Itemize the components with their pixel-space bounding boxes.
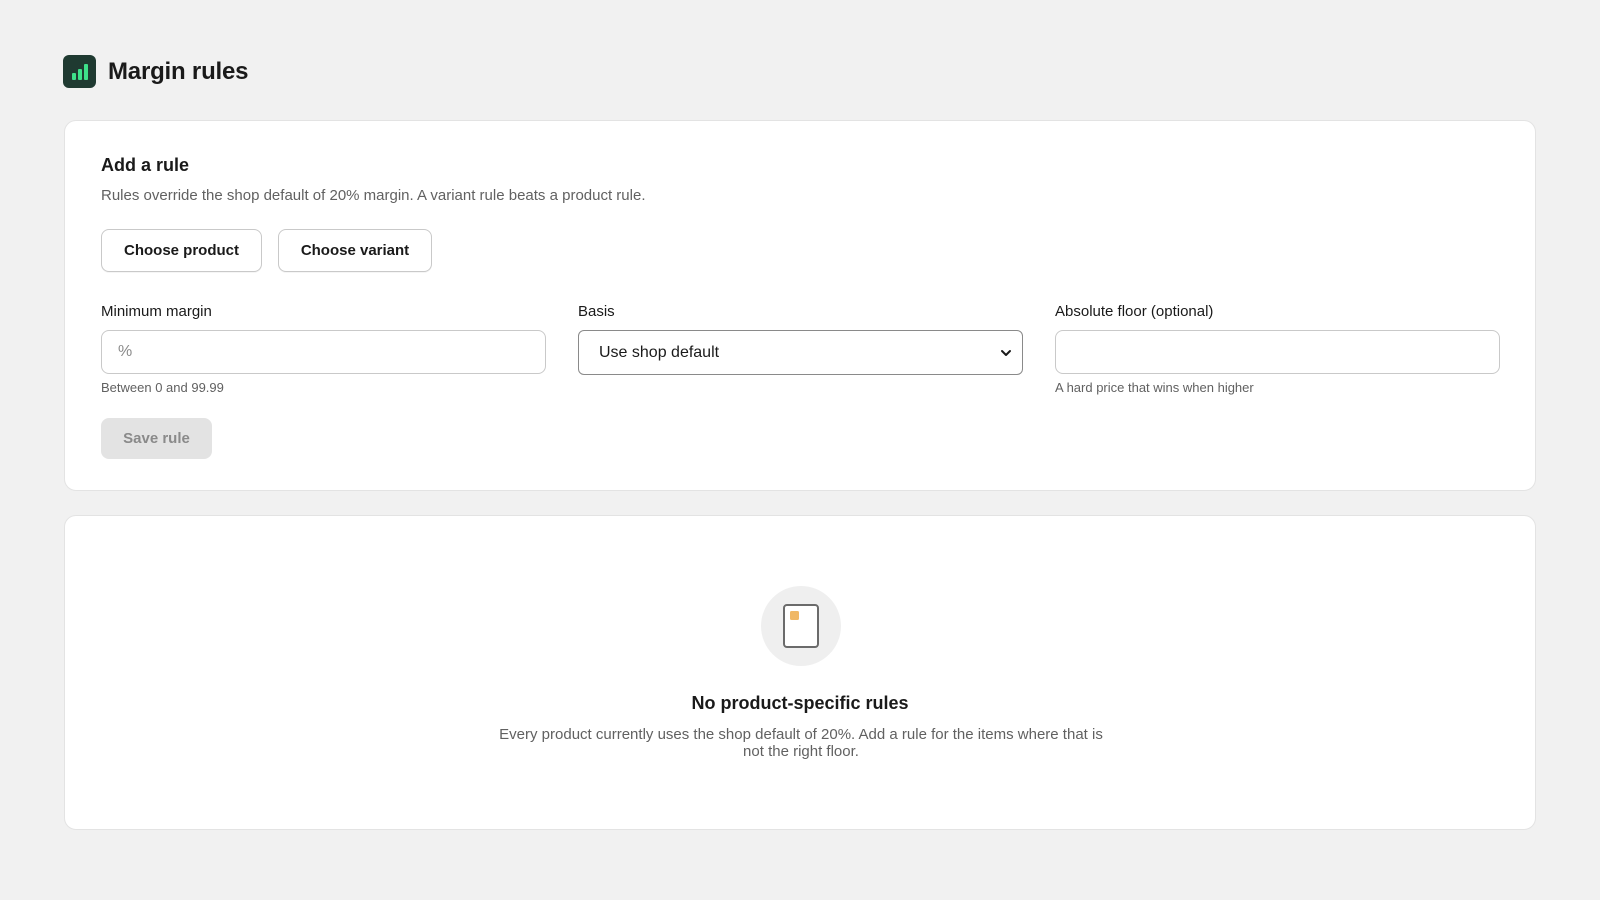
- absolute-floor-field: Absolute floor (optional) A hard price t…: [1055, 302, 1500, 395]
- minimum-margin-help: Between 0 and 99.99: [101, 380, 224, 395]
- add-rule-card: Add a rule Rules override the shop defau…: [64, 120, 1536, 491]
- page-header: Margin rules: [63, 55, 249, 88]
- section-title: Add a rule: [101, 155, 190, 175]
- choose-variant-button[interactable]: Choose variant: [278, 229, 432, 272]
- basis-field: Basis Use shop default: [578, 302, 1023, 375]
- basis-label: Basis: [578, 303, 615, 320]
- document-icon: [761, 586, 841, 666]
- page: Margin rules Add a rule Rules override t…: [0, 0, 1600, 900]
- page-title: Margin rules: [108, 57, 249, 85]
- choose-product-button[interactable]: Choose product: [101, 229, 262, 272]
- empty-state-title: No product-specific rules: [691, 693, 909, 713]
- bar-chart-icon: [63, 55, 96, 88]
- chevron-down-icon: [1000, 346, 1012, 364]
- basis-selected-value: Use shop default: [599, 343, 720, 361]
- section-description: Rules override the shop default of 20% m…: [101, 187, 646, 204]
- save-rule-button[interactable]: Save rule: [101, 418, 212, 459]
- absolute-floor-input[interactable]: [1055, 330, 1500, 374]
- basis-select[interactable]: Use shop default: [578, 330, 1023, 375]
- minimum-margin-field: Minimum margin Between 0 and 99.99: [101, 302, 546, 395]
- minimum-margin-input[interactable]: [101, 330, 546, 374]
- absolute-floor-help: A hard price that wins when higher: [1055, 380, 1254, 395]
- absolute-floor-label: Absolute floor (optional): [1055, 303, 1214, 320]
- empty-state-description: Every product currently uses the shop de…: [499, 726, 1103, 760]
- minimum-margin-label: Minimum margin: [101, 303, 212, 320]
- empty-state-card: No product-specific rules Every product …: [64, 515, 1536, 830]
